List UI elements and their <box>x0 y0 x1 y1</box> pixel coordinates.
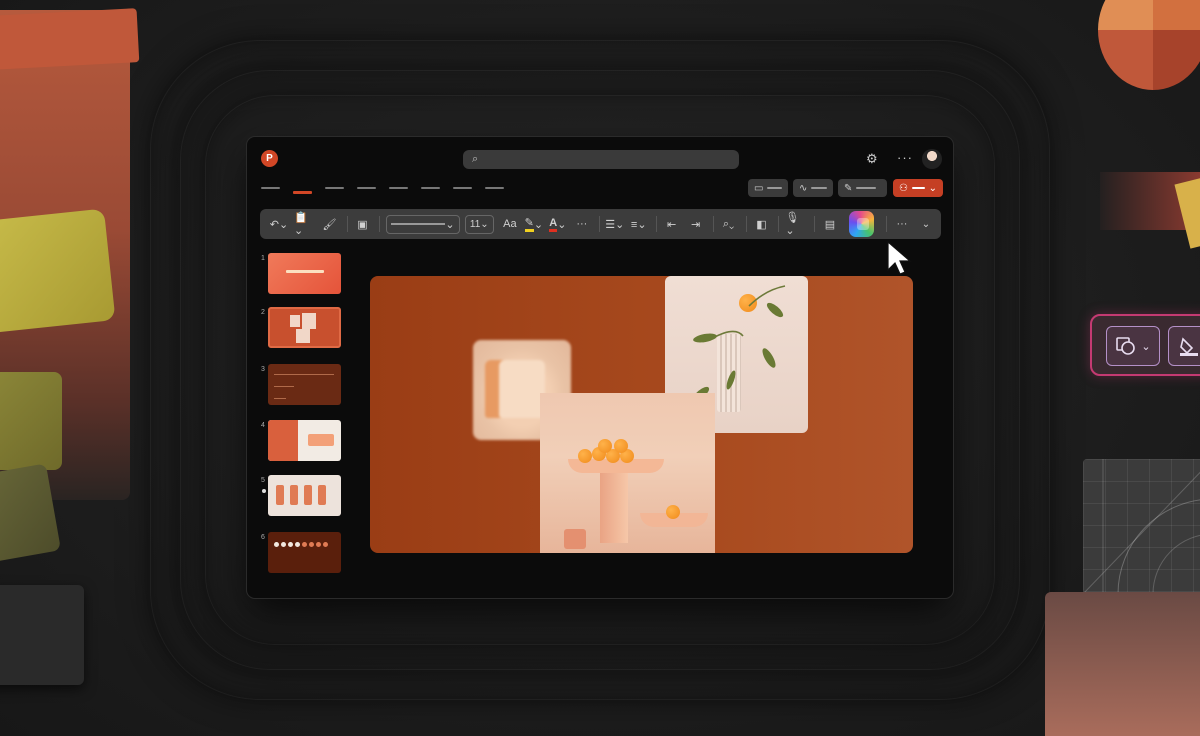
slide-canvas[interactable] <box>370 276 913 553</box>
search-box[interactable]: ⌕ <box>463 150 739 169</box>
decor-pie-disc <box>1098 0 1200 90</box>
highlight-icon[interactable]: ✎ ⌄ <box>524 214 543 234</box>
slide-number: 1 <box>261 255 265 262</box>
microphone-icon[interactable]: 🎙⌄ <box>785 212 806 237</box>
chevron-down-icon: ⌄ <box>445 218 455 231</box>
find-icon[interactable]: ⌕⌄ <box>720 214 738 234</box>
font-size-value: 11 <box>469 218 481 230</box>
increase-indent-icon[interactable]: ⇥ <box>687 214 705 234</box>
tab[interactable] <box>357 187 376 189</box>
font-color-label: A <box>549 217 558 232</box>
background-scene: ⌄ P ⌕ ⚙ ··· ▭ ∿ ✎ ⚇ ⌄ ↶⌄ 📋⌄ 🖌 ▣ ⌄ 11 ⌄ A… <box>0 0 1200 736</box>
slide-thumbnail[interactable] <box>268 532 341 573</box>
tab[interactable] <box>421 187 440 189</box>
editing-button[interactable]: ✎ <box>838 179 887 197</box>
ribbon-toolbar: ↶⌄ 📋⌄ 🖌 ▣ ⌄ 11 ⌄ Aa ✎ ⌄ A ⌄ ··· ☰⌄ ≡⌄ ⇤ ⇥ ⌕… <box>260 209 941 239</box>
powerpoint-window: P ⌕ ⚙ ··· ▭ ∿ ✎ ⚇ ⌄ ↶⌄ 📋⌄ 🖌 ▣ ⌄ 11 ⌄ Aa … <box>247 137 953 598</box>
designer-icon[interactable]: ▤ <box>821 214 839 234</box>
paint-bucket-icon <box>1180 337 1198 356</box>
share-button[interactable]: ⚇ ⌄ <box>893 179 943 197</box>
font-size-dropdown[interactable]: 11 ⌄ <box>464 214 494 234</box>
slide-number: 6 <box>261 534 265 541</box>
ribbon-tabs <box>261 184 504 194</box>
gear-icon[interactable]: ⚙ <box>866 151 878 167</box>
comment-marker <box>262 489 266 493</box>
tab[interactable] <box>389 187 408 189</box>
search-icon: ⌕ <box>472 153 479 165</box>
slide-image-fruit-bowl[interactable] <box>540 393 715 553</box>
change-case-button[interactable]: Aa <box>501 214 519 234</box>
slide-number: 4 <box>261 422 265 429</box>
shape-picker-button[interactable]: ⌄ <box>1106 326 1160 366</box>
avatar[interactable] <box>922 149 942 169</box>
align-icon[interactable]: ≡⌄ <box>630 214 648 234</box>
activity-button[interactable]: ∿ <box>793 179 833 197</box>
chevron-down-icon: ⌄ <box>928 182 937 194</box>
shape-fill-button[interactable] <box>1168 326 1200 366</box>
powerpoint-logo-icon: P <box>261 150 278 167</box>
tab-active[interactable] <box>293 191 312 194</box>
divider <box>778 216 780 232</box>
slide-number: 5 <box>261 477 265 484</box>
slide-number: 2 <box>261 309 265 316</box>
chevron-down-icon[interactable]: ⌄ <box>917 214 935 234</box>
activity-icon: ∿ <box>799 182 808 194</box>
divider <box>346 216 348 232</box>
slide-thumbnail[interactable] <box>268 364 341 405</box>
tab[interactable] <box>325 187 344 189</box>
chevron-down-icon: ⌄ <box>1141 340 1151 353</box>
decor-dark-swatch <box>0 585 84 685</box>
slide-number: 3 <box>261 366 265 373</box>
tab[interactable] <box>261 187 280 189</box>
ellipsis-icon[interactable]: ··· <box>897 150 913 165</box>
font-name-dropdown[interactable]: ⌄ <box>386 214 460 234</box>
divider <box>712 216 714 232</box>
floating-shape-toolbar: ⌄ <box>1090 314 1200 376</box>
font-color-button[interactable]: A ⌄ <box>549 214 567 234</box>
new-slide-icon[interactable]: ▣ <box>353 214 371 234</box>
divider <box>655 216 657 232</box>
decor-peach-card <box>1045 592 1200 736</box>
divider <box>598 216 600 232</box>
slide-thumbnail[interactable] <box>268 253 341 294</box>
pencil-icon: ✎ <box>844 182 853 194</box>
shapes-icon <box>1116 337 1136 355</box>
bullets-icon[interactable]: ☰⌄ <box>605 214 624 234</box>
comments-button[interactable]: ▭ <box>748 179 788 197</box>
decor-grid-tile <box>1083 459 1200 594</box>
paste-icon[interactable]: 📋⌄ <box>294 212 315 237</box>
slide-thumbnail-selected[interactable] <box>268 307 341 348</box>
divider <box>379 216 381 232</box>
divider <box>814 216 815 232</box>
chevron-down-icon: ⌄ <box>480 218 489 230</box>
ellipsis-icon[interactable]: ··· <box>893 214 911 234</box>
slide-thumbnail[interactable] <box>268 475 341 516</box>
format-painter-icon[interactable]: 🖌 <box>321 214 339 234</box>
share-person-icon: ⚇ <box>899 182 908 194</box>
divider <box>886 216 887 232</box>
more-font-options-icon[interactable]: ··· <box>573 214 591 234</box>
tab[interactable] <box>453 187 472 189</box>
tab[interactable] <box>485 187 504 189</box>
decor-orange-swatch-top <box>0 8 140 70</box>
comment-icon: ▭ <box>754 182 764 194</box>
copilot-icon[interactable] <box>848 211 875 237</box>
decor-yellow-swatch <box>0 208 116 334</box>
slide-thumbnail[interactable] <box>268 420 341 461</box>
arrange-icon[interactable]: ◧ <box>752 214 770 234</box>
divider <box>745 216 747 232</box>
decrease-indent-icon[interactable]: ⇤ <box>663 214 681 234</box>
undo-icon[interactable]: ↶⌄ <box>270 214 288 234</box>
decor-olive-swatch <box>0 372 62 470</box>
mouse-pointer-icon <box>887 240 912 275</box>
